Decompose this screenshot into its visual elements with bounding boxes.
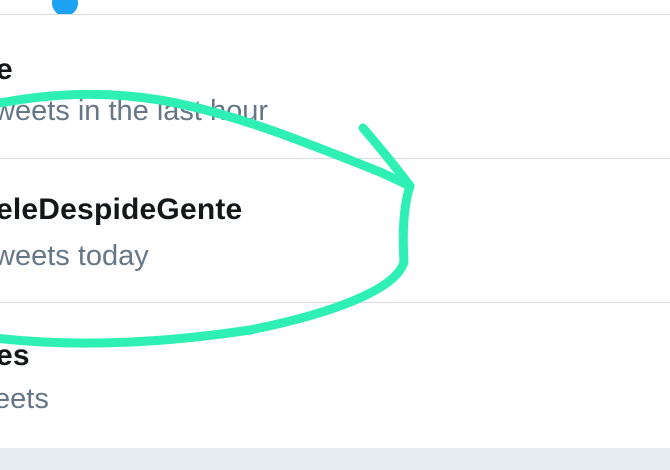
trend-meta: eets [0, 383, 49, 415]
trend-row[interactable]: e weets in the last hour [0, 15, 670, 158]
trend-row[interactable]: eleDespideGente weets today [0, 159, 670, 302]
trend-name: e [0, 53, 13, 86]
trend-meta: weets in the last hour [0, 95, 269, 127]
top-area [0, 0, 670, 16]
trend-name: es [0, 339, 30, 372]
footer-bar [0, 448, 670, 470]
trend-row[interactable]: es eets [0, 303, 670, 448]
trend-name: eleDespideGente [0, 193, 243, 226]
trend-meta: weets today [0, 240, 149, 272]
